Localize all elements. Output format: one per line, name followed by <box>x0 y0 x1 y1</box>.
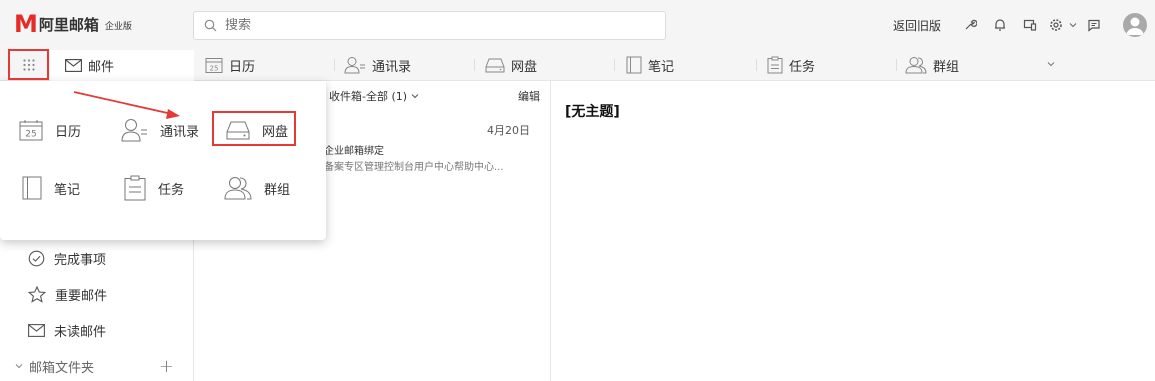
drive-icon <box>485 58 505 73</box>
search-box[interactable] <box>193 11 666 40</box>
sidebar-item-unread[interactable]: 未读邮件 <box>28 320 106 340</box>
inbox-filter-label: 收件箱-全部 (1) <box>329 90 408 103</box>
tab-tasks-label: 任务 <box>789 59 816 75</box>
calendar-icon: 25 <box>205 58 223 73</box>
logo[interactable]: M 阿里邮箱 企业版 <box>14 12 132 36</box>
app-calendar-label: 日历 <box>55 124 82 140</box>
message-preview: 备案专区管理控制台用户中心帮助中心... <box>324 162 504 173</box>
tab-notes-label: 笔记 <box>648 59 675 75</box>
app-group[interactable]: 群组 <box>224 173 290 203</box>
app-grid-button[interactable] <box>8 49 49 80</box>
tab-group-label: 群组 <box>933 59 960 75</box>
message-date: 4月20日 <box>487 124 530 137</box>
sidebar-item-label: 完成事项 <box>54 252 107 268</box>
calendar-day-label: 25 <box>25 130 36 140</box>
message-title: [无主题] <box>565 104 620 120</box>
envelope-icon <box>28 323 45 337</box>
device-switch-icon[interactable] <box>1015 10 1045 40</box>
tab-calendar[interactable]: 25 日历 <box>205 50 255 80</box>
nav-divider <box>334 59 335 71</box>
sidebar-item-important[interactable]: 重要邮件 <box>28 284 107 304</box>
app-tasks[interactable]: 任务 <box>124 173 184 203</box>
grid-icon <box>22 58 35 71</box>
mail-folders-toggle[interactable]: 邮箱文件夹 + <box>14 356 182 377</box>
app-notes-label: 笔记 <box>54 182 81 198</box>
bell-icon[interactable] <box>985 10 1015 40</box>
message-subject: 企业邮箱绑定 <box>324 146 384 157</box>
mail-folders-label: 邮箱文件夹 <box>29 360 95 376</box>
reading-pane: [无主题] <box>551 81 1155 381</box>
tab-mail[interactable]: 邮件 <box>50 50 194 81</box>
app-contacts[interactable]: 通讯录 <box>121 115 199 145</box>
group-icon <box>905 57 927 74</box>
sidebar-item-label: 重要邮件 <box>55 288 108 304</box>
tab-contacts[interactable]: 通讯录 <box>344 50 411 80</box>
search-icon <box>204 19 217 32</box>
tab-tasks[interactable]: 任务 <box>767 50 815 80</box>
nav-divider <box>614 59 615 71</box>
tab-contacts-label: 通讯录 <box>372 59 412 75</box>
nav-more-chevron-icon[interactable] <box>1046 58 1056 72</box>
notes-icon <box>22 176 42 200</box>
tasks-icon <box>767 56 783 74</box>
group-icon <box>224 177 252 200</box>
calendar-icon: 25 <box>19 120 43 141</box>
app-contacts-label: 通讯录 <box>160 124 200 140</box>
chevron-down-icon <box>411 94 418 99</box>
check-circle-icon <box>28 250 45 266</box>
tab-mail-label: 邮件 <box>88 60 115 75</box>
sidebar-item-done[interactable]: 完成事项 <box>28 248 106 268</box>
contacts-icon <box>121 119 147 142</box>
contacts-icon <box>344 57 365 74</box>
nav-divider <box>896 59 897 71</box>
envelope-icon <box>65 59 82 72</box>
tab-drive-label: 网盘 <box>511 59 538 75</box>
gear-icon[interactable] <box>1045 10 1067 40</box>
wrench-icon[interactable] <box>955 10 985 40</box>
add-folder-button[interactable]: + <box>159 356 174 377</box>
avatar[interactable] <box>1123 13 1147 37</box>
notes-icon <box>626 56 642 74</box>
top-header: M 阿里邮箱 企业版 返回旧版 <box>0 0 1155 50</box>
search-input[interactable] <box>225 18 645 33</box>
nav-divider <box>474 59 475 71</box>
sidebar-item-label: 未读邮件 <box>54 324 107 340</box>
calendar-day-label: 25 <box>210 65 219 73</box>
logo-mark: M <box>14 10 38 38</box>
chevron-down-icon[interactable] <box>1067 10 1079 40</box>
return-old-version-link[interactable]: 返回旧版 <box>893 17 941 34</box>
tab-notes[interactable]: 笔记 <box>626 50 674 80</box>
chevron-down-icon <box>15 364 23 369</box>
inbox-filter-dropdown[interactable]: 收件箱-全部 (1) <box>329 88 419 104</box>
app-launcher-popup: 25 日历 通讯录 网盘 笔记 任务 群组 <box>0 81 326 240</box>
app-tasks-label: 任务 <box>158 182 185 198</box>
logo-subtitle: 企业版 <box>104 21 132 32</box>
feedback-icon[interactable] <box>1079 10 1109 40</box>
tasks-icon <box>124 175 146 201</box>
tab-calendar-label: 日历 <box>229 59 256 75</box>
app-calendar[interactable]: 25 日历 <box>19 115 81 145</box>
app-notes[interactable]: 笔记 <box>22 173 80 203</box>
app-group-label: 群组 <box>264 182 291 198</box>
header-actions: 返回旧版 <box>893 0 1155 50</box>
star-icon <box>28 285 46 303</box>
tab-group[interactable]: 群组 <box>905 50 959 80</box>
nav-divider <box>756 59 757 71</box>
edit-button[interactable]: 编辑 <box>518 88 540 104</box>
logo-text: 阿里邮箱 <box>38 15 99 34</box>
drive-highlight-box <box>212 111 296 146</box>
tab-drive[interactable]: 网盘 <box>485 50 537 80</box>
